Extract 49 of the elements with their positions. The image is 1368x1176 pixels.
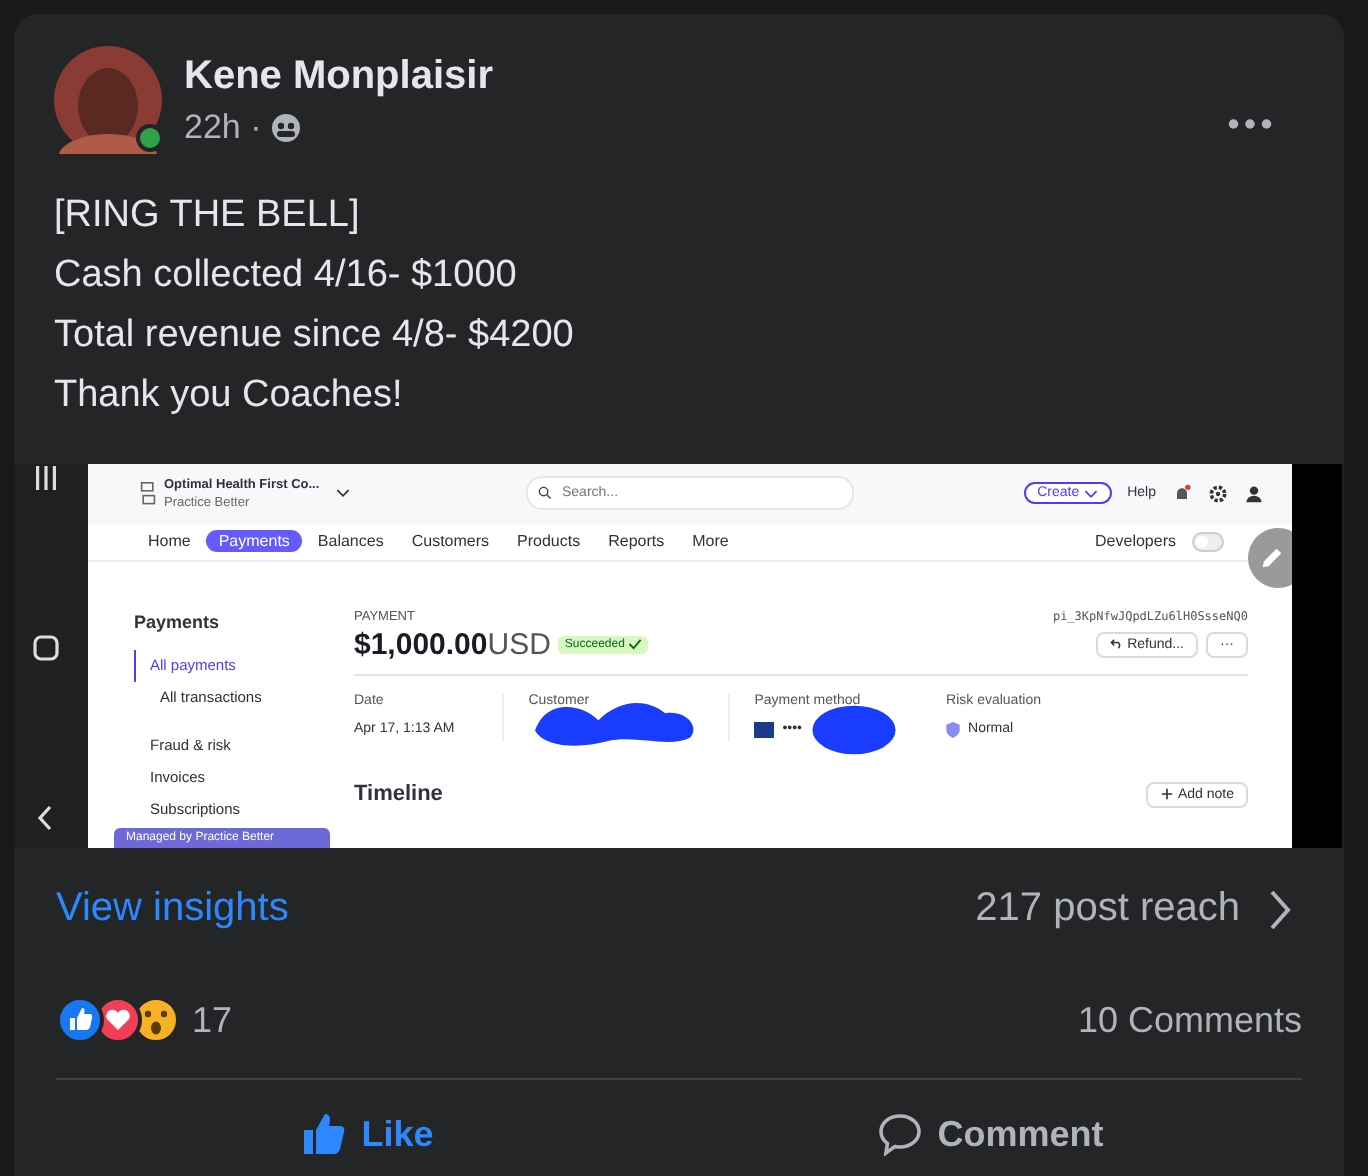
thumbs-up-icon — [301, 1112, 346, 1156]
friends-icon — [269, 112, 302, 144]
chevron-down-icon — [1083, 487, 1098, 499]
view-insights-link[interactable]: View insights — [56, 886, 289, 933]
post-text-line: Total revenue since 4/8- $4200 — [54, 311, 576, 360]
comment-button[interactable]: Comment — [679, 1092, 1302, 1176]
bell-icon[interactable] — [1172, 483, 1192, 504]
developers-link[interactable]: Developers — [1095, 532, 1176, 551]
redaction-scribble — [810, 703, 899, 756]
reactions-icon[interactable] — [56, 996, 180, 1045]
undo-arrow-icon — [1109, 638, 1124, 650]
checkmark-icon — [628, 638, 643, 651]
post-text-line: Cash collected 4/16- $1000 — [54, 251, 519, 300]
currency: USD — [487, 627, 551, 662]
more-icon[interactable] — [1228, 118, 1272, 130]
plus-icon — [1160, 788, 1175, 800]
user-icon[interactable] — [1244, 483, 1264, 504]
post-text-line: [RING THE BELL] — [54, 191, 362, 240]
chevron-down-icon[interactable] — [335, 488, 350, 499]
post-time[interactable]: 22h · — [184, 108, 262, 148]
nav-tab[interactable]: Home — [136, 530, 203, 553]
recent-apps-icon[interactable] — [31, 463, 59, 492]
nav-tab[interactable]: Balances — [305, 530, 396, 553]
nav-tab[interactable]: Customers — [399, 530, 502, 553]
avatar[interactable] — [54, 46, 162, 154]
author-name[interactable]: Kene Monplaisir — [184, 54, 493, 100]
card-icon — [754, 721, 775, 738]
nav-tab[interactable]: More — [680, 530, 741, 553]
settings-icon[interactable] — [1208, 483, 1228, 504]
sidebar-title: Payments — [134, 611, 222, 632]
comments-count[interactable]: 10 Comments — [1077, 999, 1302, 1042]
timeline-heading: Timeline — [354, 782, 443, 807]
reaction-count[interactable]: 17 — [192, 999, 233, 1042]
nav-tab[interactable]: Reports — [596, 530, 677, 553]
pencil-icon — [1258, 543, 1286, 572]
search-icon — [538, 486, 552, 501]
like-button[interactable]: Like — [56, 1092, 679, 1176]
comment-icon — [877, 1112, 922, 1156]
payment-amount: $1,000.00 — [354, 627, 488, 662]
shield-icon — [946, 721, 961, 738]
post-reach[interactable]: 217 post reach — [975, 886, 1240, 933]
nav-tab[interactable]: Payments — [206, 530, 302, 553]
edit-button[interactable] — [1248, 527, 1292, 588]
post-text-line: Thank you Coaches! — [54, 371, 405, 420]
chevron-right-icon[interactable] — [1268, 887, 1292, 932]
store-icon — [140, 479, 156, 508]
nav-tab[interactable]: Products — [505, 530, 593, 553]
test-mode-toggle[interactable] — [1192, 531, 1224, 552]
home-icon[interactable] — [31, 633, 59, 662]
